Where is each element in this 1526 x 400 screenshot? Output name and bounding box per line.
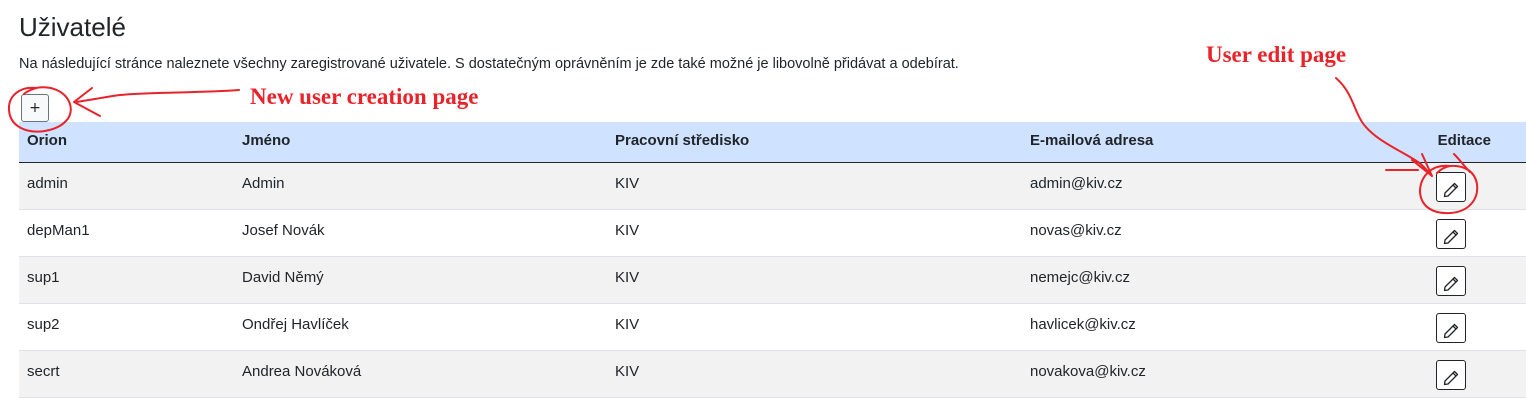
column-header-email[interactable]: E-mailová adresa xyxy=(1022,122,1376,163)
cell-orion: sup1 xyxy=(19,256,234,304)
pencil-icon xyxy=(1443,182,1459,197)
add-user-button[interactable]: + xyxy=(21,94,49,122)
cell-email: nemejc@kiv.cz xyxy=(1022,256,1376,304)
annotation-new-user: New user creation page xyxy=(250,84,479,109)
cell-name: Josef Novák xyxy=(234,209,607,257)
edit-user-button[interactable] xyxy=(1436,219,1466,249)
pencil-icon xyxy=(1443,276,1459,291)
cell-edit xyxy=(1376,209,1526,257)
cell-email: admin@kiv.cz xyxy=(1022,162,1376,210)
edit-user-button[interactable] xyxy=(1436,266,1466,296)
table-row: admin Admin KIV admin@kiv.cz xyxy=(19,162,1526,210)
cell-orion: depMan1 xyxy=(19,209,234,257)
table-row: depMan1 Josef Novák KIV novas@kiv.cz xyxy=(19,209,1526,257)
page-description: Na následující stránce naleznete všechny… xyxy=(19,56,959,72)
table-row: sup2 Ondřej Havlíček KIV havlicek@kiv.cz xyxy=(19,303,1526,351)
column-header-name[interactable]: Jméno xyxy=(234,122,607,163)
cell-orion: secrt xyxy=(19,350,234,398)
annotation-arrow-add xyxy=(73,87,240,117)
cell-orion: admin xyxy=(19,162,234,210)
column-header-edit: Editace xyxy=(1376,122,1526,163)
edit-user-button[interactable] xyxy=(1436,360,1466,390)
cell-edit xyxy=(1376,350,1526,398)
pencil-icon xyxy=(1443,370,1459,385)
edit-user-button[interactable] xyxy=(1436,172,1466,202)
table-header-row: Orion Jméno Pracovní středisko E-mailová… xyxy=(19,122,1526,163)
cell-name: Admin xyxy=(234,162,607,210)
cell-email: novakova@kiv.cz xyxy=(1022,350,1376,398)
pencil-icon xyxy=(1443,229,1459,244)
cell-name: Andrea Nováková xyxy=(234,350,607,398)
annotation-edit-user: User edit page xyxy=(1206,42,1347,67)
column-header-department[interactable]: Pracovní středisko xyxy=(607,122,1022,163)
cell-email: havlicek@kiv.cz xyxy=(1022,303,1376,351)
table-row: sup1 David Němý KIV nemejc@kiv.cz xyxy=(19,256,1526,304)
cell-department: KIV xyxy=(607,256,1022,304)
cell-name: Ondřej Havlíček xyxy=(234,303,607,351)
cell-department: KIV xyxy=(607,162,1022,210)
cell-edit xyxy=(1376,256,1526,304)
page-title: Uživatelé xyxy=(19,12,126,42)
column-header-orion[interactable]: Orion xyxy=(19,122,234,163)
edit-user-button[interactable] xyxy=(1436,313,1466,343)
cell-edit xyxy=(1376,303,1526,351)
cell-name: David Němý xyxy=(234,256,607,304)
pencil-icon xyxy=(1443,323,1459,338)
cell-email: novas@kiv.cz xyxy=(1022,209,1376,257)
cell-department: KIV xyxy=(607,350,1022,398)
cell-department: KIV xyxy=(607,303,1022,351)
table-row: secrt Andrea Nováková KIV novakova@kiv.cz xyxy=(19,350,1526,398)
users-table: Orion Jméno Pracovní středisko E-mailová… xyxy=(19,122,1526,398)
cell-edit xyxy=(1376,162,1526,210)
cell-department: KIV xyxy=(607,209,1022,257)
cell-orion: sup2 xyxy=(19,303,234,351)
